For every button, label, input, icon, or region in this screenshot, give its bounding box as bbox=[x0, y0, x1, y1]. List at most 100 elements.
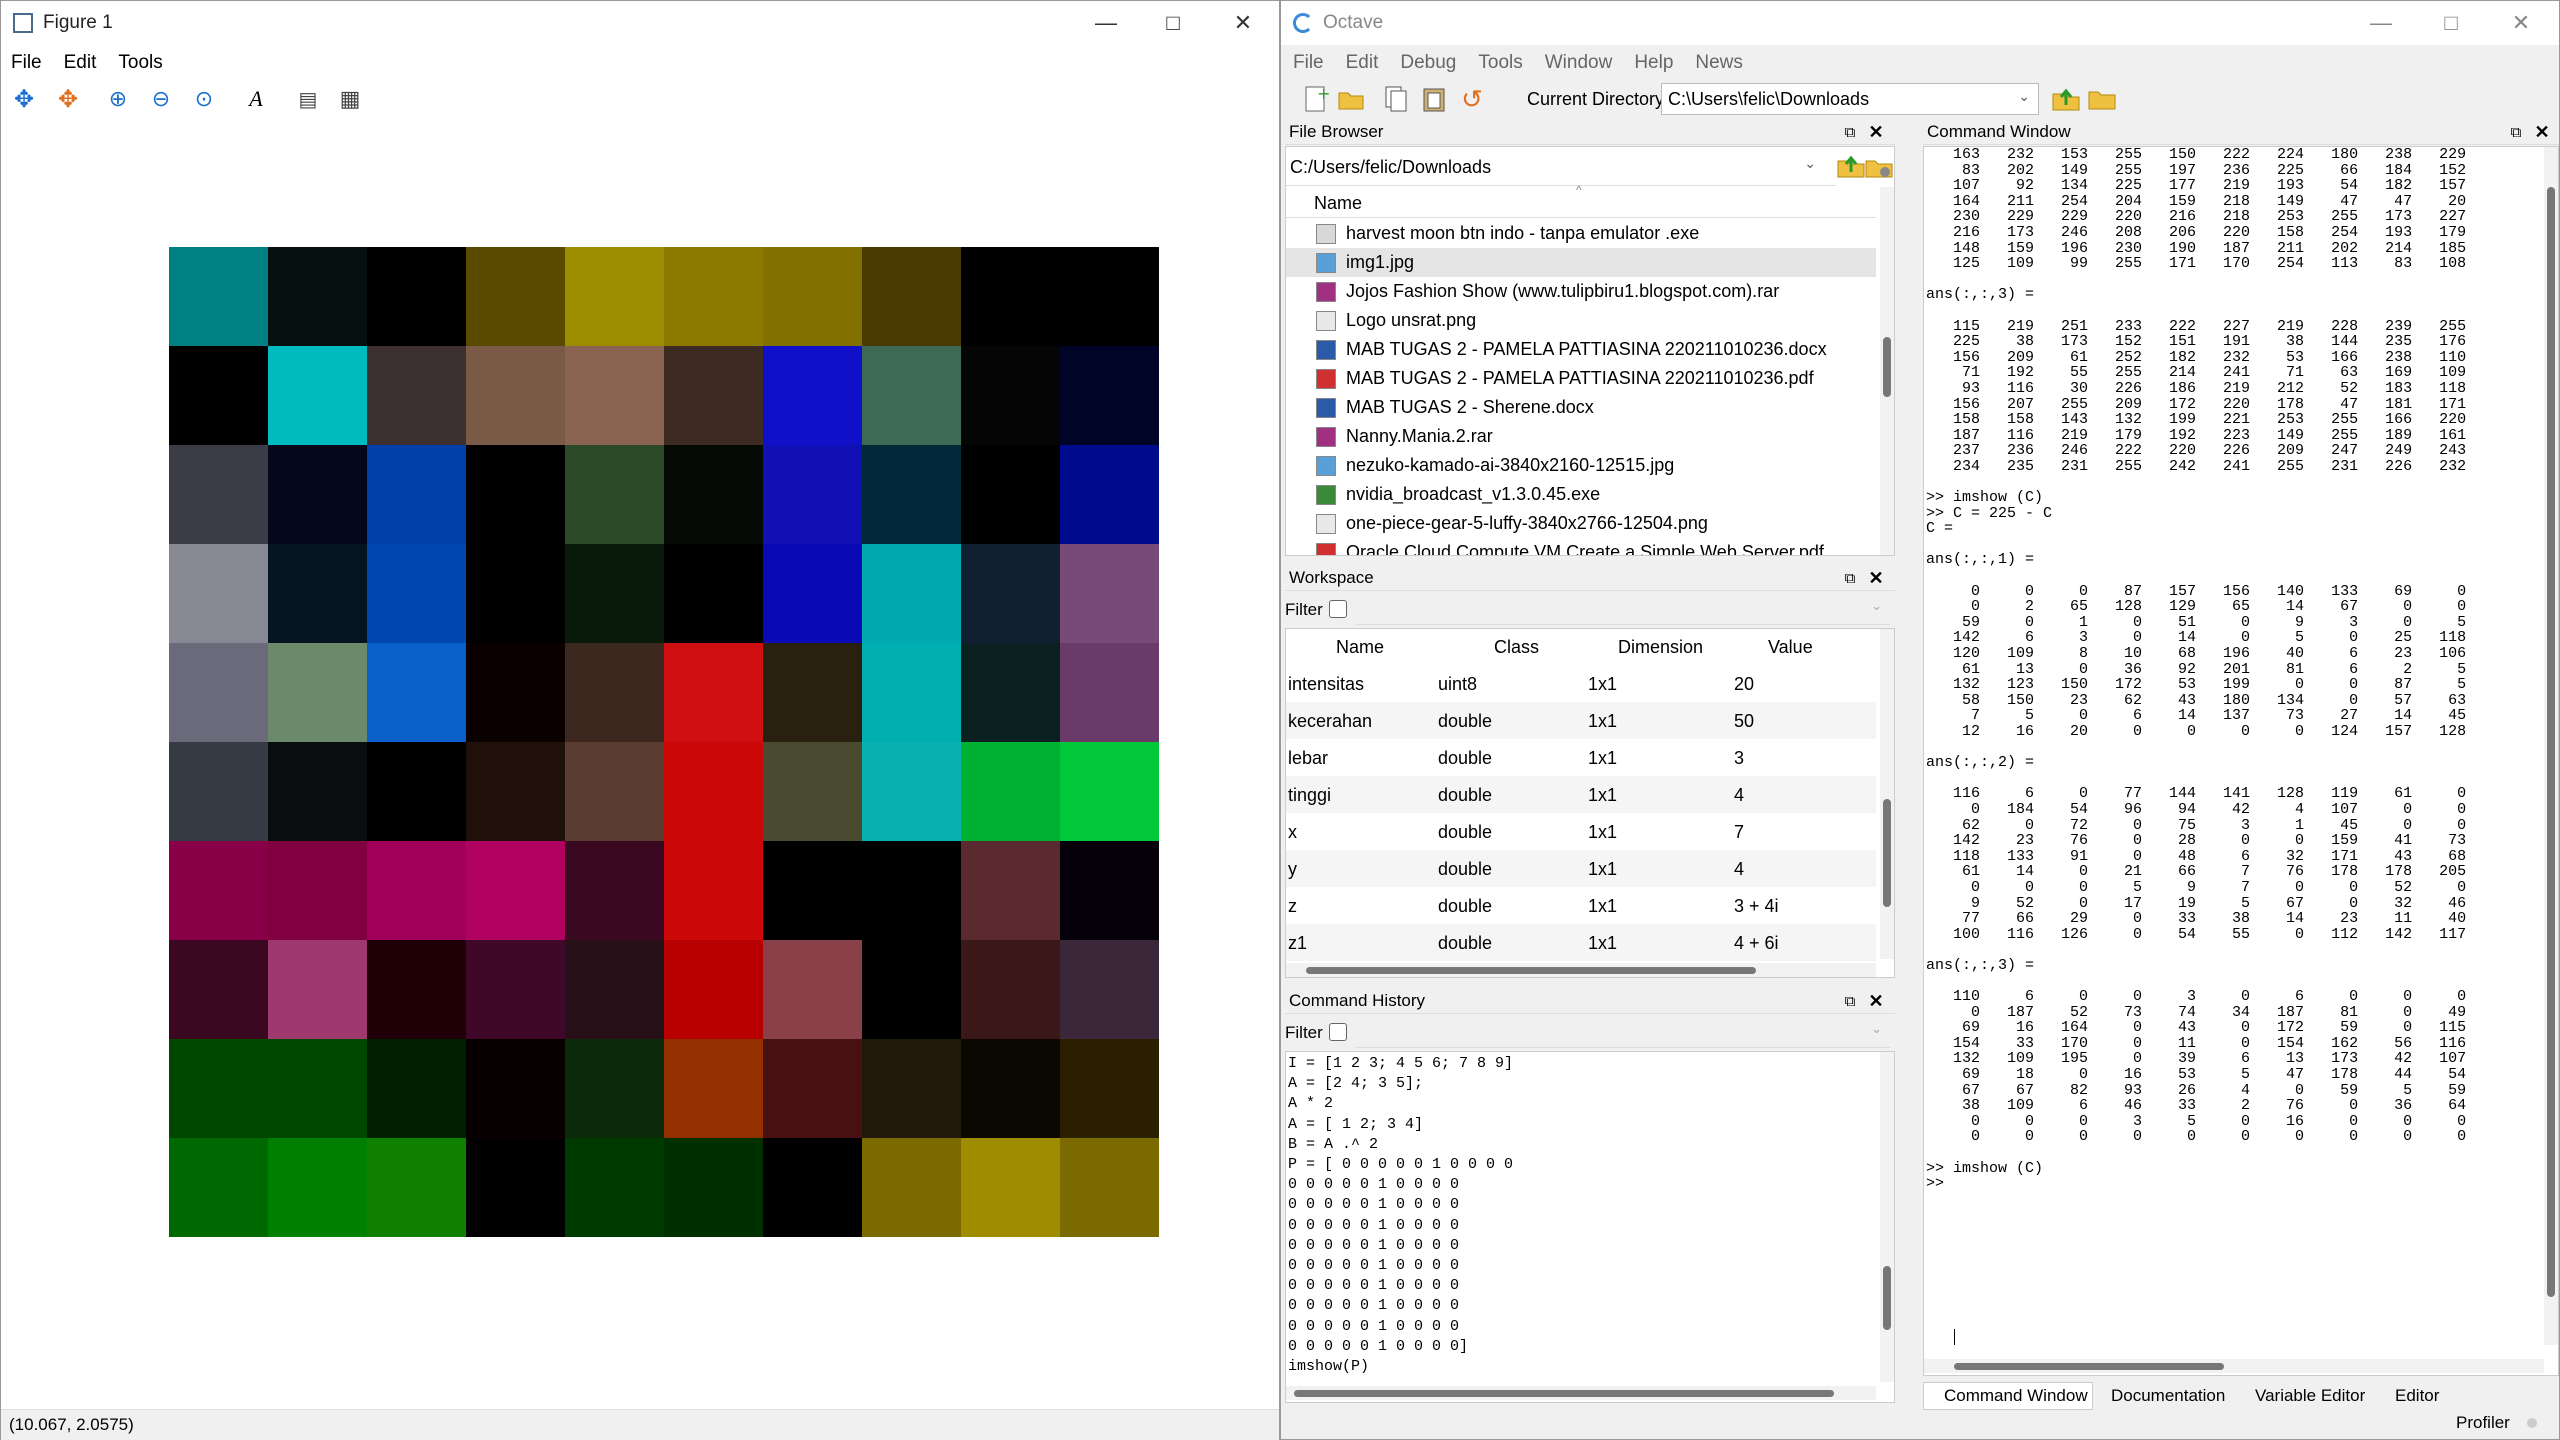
tab-command-window[interactable]: Command Window bbox=[1923, 1382, 2093, 1410]
file-list-item[interactable]: Logo unsrat.png bbox=[1286, 306, 1876, 335]
zoom-in-icon[interactable]: ⊕ bbox=[103, 84, 133, 114]
scroll-thumb[interactable] bbox=[1294, 1390, 1834, 1397]
close-panel-icon[interactable]: ✕ bbox=[1865, 119, 1887, 145]
workspace-row[interactable]: z double 1x1 3 + 4i bbox=[1286, 887, 1876, 924]
tab-editor[interactable]: Editor bbox=[2395, 1382, 2439, 1410]
open-folder-icon[interactable] bbox=[1336, 84, 1366, 114]
close-button[interactable]: ✕ bbox=[1213, 1, 1273, 45]
workspace-row[interactable]: tinggi double 1x1 4 bbox=[1286, 776, 1876, 813]
history-filter-input[interactable]: ⌄ bbox=[1355, 1019, 1890, 1048]
menu-file[interactable]: File bbox=[11, 52, 42, 74]
history-entry[interactable]: 0 0 0 0 0 1 0 0 0 0 bbox=[1288, 1175, 1876, 1195]
minimize-button[interactable]: — bbox=[1076, 1, 1136, 45]
menu-tools[interactable]: Tools bbox=[118, 52, 162, 74]
history-entry[interactable]: P = [ 0 0 0 0 0 1 0 0 0 0 bbox=[1288, 1155, 1876, 1175]
workspace-row[interactable]: z1 double 1x1 4 + 6i bbox=[1286, 924, 1876, 961]
current-directory-combo[interactable]: C:\Users\felic\Downloads ⌄ bbox=[1661, 83, 2039, 115]
maximize-button[interactable]: □ bbox=[1143, 1, 1203, 45]
close-panel-icon[interactable]: ✕ bbox=[2531, 119, 2553, 145]
new-script-icon[interactable]: + bbox=[1301, 84, 1331, 114]
file-list-item[interactable]: one-piece-gear-5-luffy-3840x2766-12504.p… bbox=[1286, 509, 1876, 538]
image-display[interactable] bbox=[169, 247, 1159, 1237]
workspace-row[interactable]: kecerahan double 1x1 50 bbox=[1286, 702, 1876, 739]
file-list-item[interactable]: MAB TUGAS 2 - Sherene.docx bbox=[1286, 393, 1876, 422]
file-list-header[interactable]: Name ^ bbox=[1286, 183, 1876, 218]
file-list-item[interactable]: img1.jpg bbox=[1286, 248, 1876, 277]
file-list-item[interactable]: Nanny.Mania.2.rar bbox=[1286, 422, 1876, 451]
scroll-thumb[interactable] bbox=[1954, 1363, 2224, 1370]
history-entry[interactable]: 0 0 0 0 0 1 0 0 0 0 bbox=[1288, 1317, 1876, 1337]
octave-menu-tools[interactable]: Tools bbox=[1478, 52, 1522, 74]
ws-col-name[interactable]: Name bbox=[1336, 637, 1384, 658]
undock-icon[interactable]: ⧉ bbox=[2505, 119, 2527, 145]
octave-menu-window[interactable]: Window bbox=[1545, 52, 1613, 74]
text-icon[interactable]: A bbox=[241, 84, 271, 114]
history-entry[interactable]: 0 0 0 0 0 1 0 0 0 0 bbox=[1288, 1216, 1876, 1236]
file-list-item[interactable]: nezuko-kamado-ai-3840x2160-12515.jpg bbox=[1286, 451, 1876, 480]
workspace-row[interactable]: x double 1x1 7 bbox=[1286, 813, 1876, 850]
file-browser-path-combo[interactable]: C:/Users/felic/Downloads ⌄ bbox=[1286, 147, 1836, 186]
history-entry[interactable]: A = [ 1 2; 3 4] bbox=[1288, 1115, 1876, 1135]
chevron-down-icon[interactable]: ⌄ bbox=[2018, 88, 2030, 105]
tab-variable-editor[interactable]: Variable Editor bbox=[2255, 1382, 2365, 1410]
workspace-row[interactable]: lebar double 1x1 3 bbox=[1286, 739, 1876, 776]
ws-col-value[interactable]: Value bbox=[1768, 637, 1813, 658]
workspace-scrollbar-h[interactable] bbox=[1286, 963, 1876, 977]
history-entry[interactable]: I = [1 2 3; 4 5 6; 7 8 9] bbox=[1288, 1054, 1876, 1074]
parent-directory-icon[interactable] bbox=[2051, 84, 2081, 114]
folder-settings-icon[interactable] bbox=[1864, 151, 1894, 181]
command-scrollbar-v[interactable] bbox=[2544, 147, 2558, 1345]
octave-menu-news[interactable]: News bbox=[1695, 52, 1743, 74]
command-window-panel[interactable]: 163 232 153 255 150 222 224 180 238 229 … bbox=[1923, 146, 2559, 1376]
octave-menu-debug[interactable]: Debug bbox=[1400, 52, 1456, 74]
octave-menu-file[interactable]: File bbox=[1293, 52, 1324, 74]
octave-menu-edit[interactable]: Edit bbox=[1346, 52, 1379, 74]
history-scrollbar-h[interactable] bbox=[1286, 1386, 1876, 1400]
history-entry[interactable]: imshow(P) bbox=[1288, 1357, 1876, 1377]
scroll-thumb[interactable] bbox=[1883, 337, 1891, 397]
history-scrollbar-v[interactable] bbox=[1880, 1052, 1894, 1382]
ws-col-class[interactable]: Class bbox=[1494, 637, 1539, 658]
history-entry[interactable]: 0 0 0 0 0 1 0 0 0 0 bbox=[1288, 1236, 1876, 1256]
scroll-thumb[interactable] bbox=[2547, 187, 2555, 1297]
close-panel-icon[interactable]: ✕ bbox=[1865, 988, 1887, 1014]
history-filter-checkbox[interactable] bbox=[1329, 1023, 1347, 1041]
undock-icon[interactable]: ⧉ bbox=[1839, 119, 1861, 145]
profiler-status[interactable]: Profiler bbox=[2456, 1413, 2510, 1433]
grid-icon[interactable]: ▦ bbox=[335, 84, 365, 114]
ws-col-dimension[interactable]: Dimension bbox=[1618, 637, 1703, 658]
history-entry[interactable]: 0 0 0 0 0 1 0 0 0 0] bbox=[1288, 1337, 1876, 1357]
chevron-down-icon[interactable]: ⌄ bbox=[1871, 598, 1882, 614]
workspace-row[interactable]: intensitas uint8 1x1 20 bbox=[1286, 665, 1876, 702]
rotate-icon[interactable]: ✥ bbox=[53, 84, 83, 114]
scroll-thumb[interactable] bbox=[1883, 799, 1891, 907]
file-list-item[interactable]: MAB TUGAS 2 - PAMELA PATTIASINA 22021101… bbox=[1286, 335, 1876, 364]
file-list-item[interactable]: Jojos Fashion Show (www.tulipbiru1.blogs… bbox=[1286, 277, 1876, 306]
undo-icon[interactable]: ↺ bbox=[1457, 84, 1487, 114]
history-entry[interactable]: 0 0 0 0 0 1 0 0 0 0 bbox=[1288, 1296, 1876, 1316]
chevron-down-icon[interactable]: ⌄ bbox=[1871, 1021, 1882, 1037]
folder-up-icon[interactable] bbox=[1836, 151, 1866, 181]
copy-icon[interactable] bbox=[1381, 84, 1411, 114]
autoscale-icon[interactable]: ⊙ bbox=[189, 84, 219, 114]
history-entry[interactable]: A * 2 bbox=[1288, 1094, 1876, 1114]
menu-edit[interactable]: Edit bbox=[64, 52, 97, 74]
close-panel-icon[interactable]: ✕ bbox=[1865, 565, 1887, 591]
browse-directory-icon[interactable] bbox=[2087, 84, 2117, 114]
file-list-item[interactable]: harvest moon btn indo - tanpa emulator .… bbox=[1286, 219, 1876, 248]
workspace-filter-checkbox[interactable] bbox=[1329, 600, 1347, 618]
history-entry[interactable]: B = A .^ 2 bbox=[1288, 1135, 1876, 1155]
pan-icon[interactable]: ✥ bbox=[9, 84, 39, 114]
file-list-item[interactable]: Oracle Cloud Compute VM Create a Simple … bbox=[1286, 538, 1876, 555]
zoom-out-icon[interactable]: ⊖ bbox=[146, 84, 176, 114]
command-scrollbar-h[interactable] bbox=[1924, 1359, 2544, 1373]
file-list-item[interactable]: nvidia_broadcast_v1.3.0.45.exe bbox=[1286, 480, 1876, 509]
tab-documentation[interactable]: Documentation bbox=[2111, 1382, 2225, 1410]
octave-minimize-button[interactable]: — bbox=[2351, 1, 2411, 45]
chevron-down-icon[interactable]: ⌄ bbox=[1804, 155, 1816, 172]
scroll-thumb[interactable] bbox=[1306, 967, 1756, 974]
file-browser-scrollbar[interactable] bbox=[1880, 187, 1894, 555]
history-entry[interactable]: A = [2 4; 3 5]; bbox=[1288, 1074, 1876, 1094]
paste-icon[interactable] bbox=[1419, 84, 1449, 114]
workspace-filter-input[interactable]: ⌄ bbox=[1355, 596, 1890, 625]
